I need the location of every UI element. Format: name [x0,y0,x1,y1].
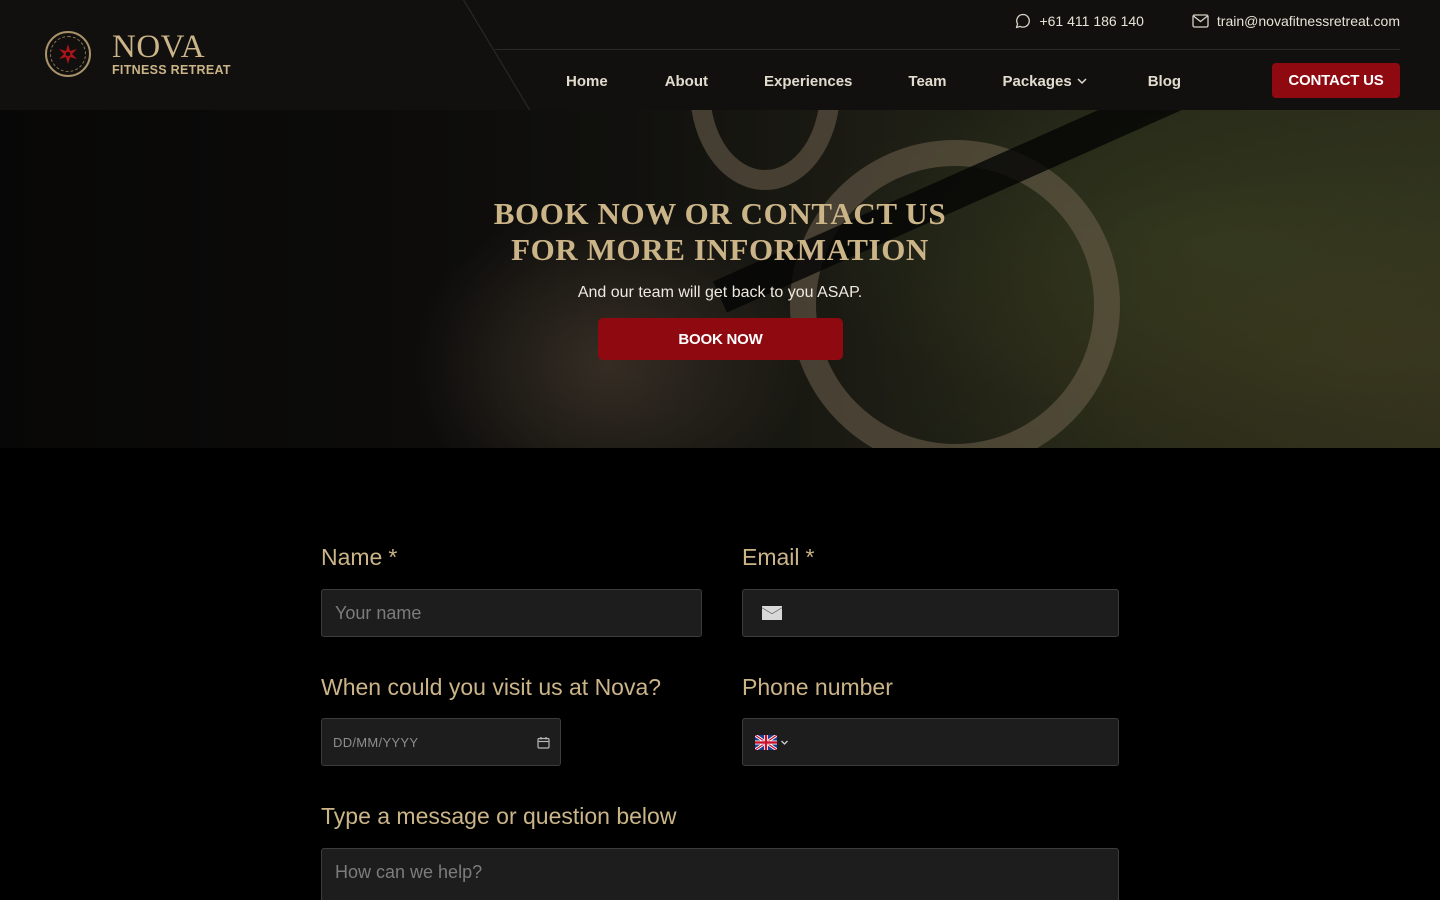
book-now-button[interactable]: BOOK NOW [598,318,843,360]
nav-about[interactable]: About [665,73,708,90]
visit-date-label: When could you visit us at Nova? [321,674,662,700]
hero-subtitle: And our team will get back to you ASAP. [577,284,863,301]
nav-team[interactable]: Team [908,73,946,90]
chat-bubble-icon [1016,13,1031,29]
uk-flag-icon [755,734,777,750]
message-placeholder: How can we help? [335,862,483,882]
chevron-down-icon [781,740,788,745]
country-selector[interactable] [755,734,789,750]
hero-banner: BOOK NOW OR CONTACT US FOR MORE INFORMAT… [0,110,1440,448]
contact-form: Name * Your name Email * When could you vi… [0,448,1440,900]
chevron-down-icon [1077,78,1087,85]
name-input[interactable]: Your name [321,589,702,637]
phone-link[interactable]: +61 411 186 140 [1015,13,1144,29]
message-label: Type a message or question below [321,803,677,829]
header-divider [463,0,542,110]
hero-overlay [0,110,1440,448]
message-textarea[interactable]: How can we help? [321,848,1119,900]
envelope-icon [762,606,782,620]
email-input[interactable] [742,589,1119,637]
brand-logo[interactable]: NOVA FITNESS RETREAT [45,31,231,77]
date-placeholder: DD/MM/YYYY [333,734,419,750]
hero-title-line1: BOOK NOW OR CONTACT US [493,196,947,231]
brand-subtitle: FITNESS RETREAT [112,63,231,78]
name-label-text: Name [321,544,383,570]
name-required-marker: * [388,544,398,570]
nav-home[interactable]: Home [566,73,608,90]
logo-emblem-icon [45,31,91,77]
visit-date-input[interactable]: DD/MM/YYYY [321,718,561,766]
name-placeholder: Your name [335,602,422,623]
phone-number: +61 411 186 140 [1039,13,1144,29]
main-nav: Home About Experiences Team Packages Blo… [566,64,1181,98]
nav-packages-label: Packages [1002,72,1072,90]
email-label-text: Email [742,544,800,570]
hero-title-line2: FOR MORE INFORMATION [511,232,929,267]
topbar-divider [495,49,1400,50]
phone-input[interactable] [742,718,1119,766]
brand-title: NOVA [112,29,206,66]
name-label: Name * [321,544,397,571]
contact-topbar: +61 411 186 140 train@novafitnessretreat… [1015,13,1400,29]
phone-label: Phone number [742,674,893,700]
email-link[interactable]: train@novafitnessretreat.com [1192,13,1400,29]
hero-title: BOOK NOW OR CONTACT US FOR MORE INFORMAT… [0,196,1440,268]
email-required-marker: * [805,544,815,570]
nav-blog[interactable]: Blog [1148,73,1181,90]
email-address: train@novafitnessretreat.com [1216,13,1400,29]
contact-us-button[interactable]: CONTACT US [1272,63,1400,98]
nav-experiences[interactable]: Experiences [764,73,852,90]
email-label: Email * [742,544,814,571]
site-header: NOVA FITNESS RETREAT +61 411 186 140 tra… [0,0,1440,110]
calendar-icon[interactable] [537,736,550,749]
mail-icon [1192,14,1209,28]
nav-packages[interactable]: Packages [1002,73,1087,90]
